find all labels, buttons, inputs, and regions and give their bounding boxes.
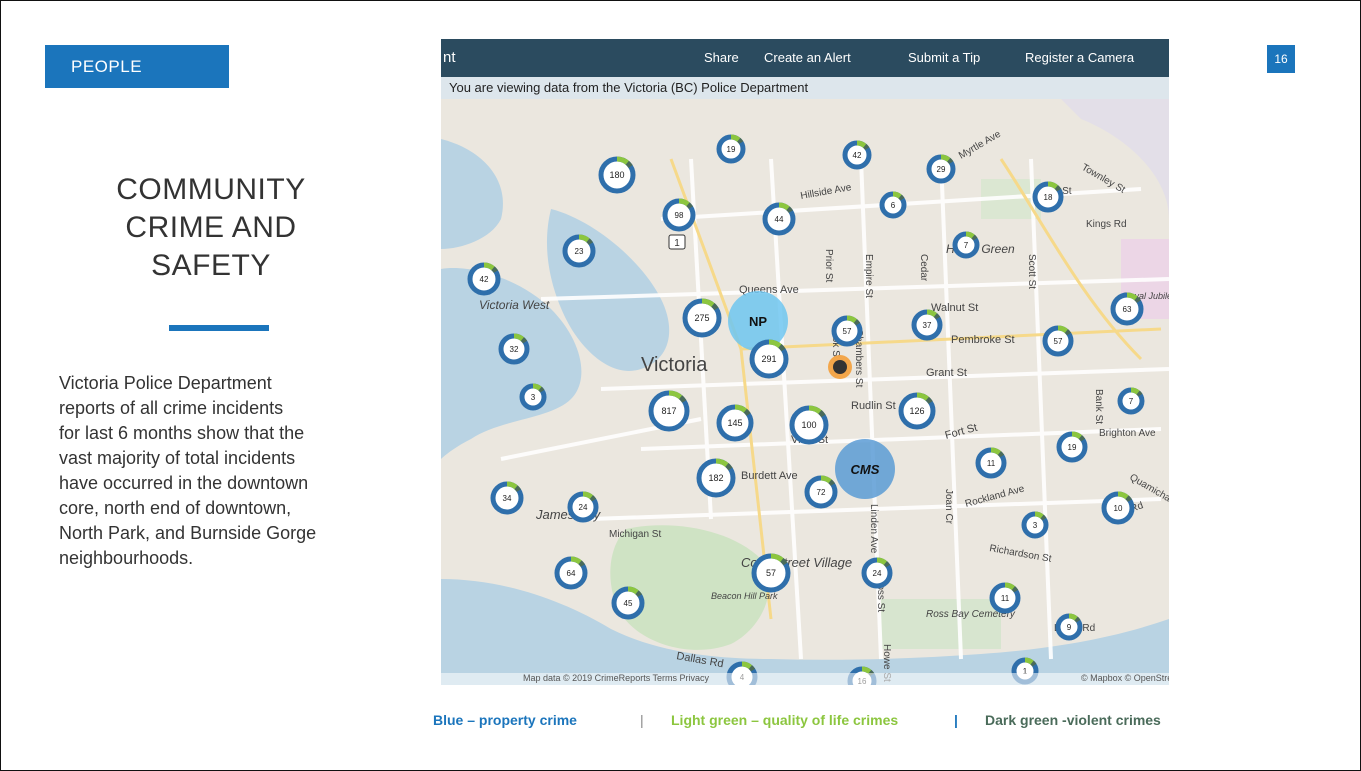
map-label: Pembroke St (951, 334, 1015, 346)
cluster-count: 32 (510, 345, 519, 354)
nav-create-alert[interactable]: Create an Alert (764, 50, 851, 65)
map-data-banner: You are viewing data from the Victoria (… (441, 77, 1169, 99)
map-label: Walnut St (931, 302, 978, 314)
map-label: Grant St (926, 367, 967, 379)
legend-violent: Dark green -violent crimes (985, 712, 1161, 728)
cluster-count: 37 (923, 321, 932, 330)
cluster-count: 3 (1033, 521, 1038, 530)
park-ross-bay (881, 599, 1001, 649)
cluster-count: 7 (1129, 397, 1134, 406)
nav-share[interactable]: Share (704, 50, 739, 65)
map-attribution[interactable]: Map data © 2019 CrimeReports Terms Priva… (523, 673, 709, 683)
cluster-count: 57 (1054, 337, 1063, 346)
map-label: Rudlin St (851, 400, 896, 412)
cluster-count: 45 (624, 599, 633, 608)
map-label: Bank St (1093, 389, 1104, 424)
map-nav-bar: nt Share Create an Alert Submit a Tip Re… (441, 39, 1169, 77)
map-canvas[interactable]: VictoriaVictoria WestJames BayCook Stree… (441, 99, 1169, 685)
section-tag: PEOPLE (45, 45, 229, 88)
body-line: reports of all crime incidents (59, 398, 284, 418)
crime-map-screenshot[interactable]: nt Share Create an Alert Submit a Tip Re… (441, 39, 1169, 685)
police-station-marker[interactable] (828, 355, 852, 379)
slide-title: COMMUNITY CRIME AND SAFETY (61, 171, 361, 285)
title-line: COMMUNITY (116, 173, 306, 206)
route-shield: 1 (668, 234, 686, 250)
cluster-count: 24 (873, 569, 882, 578)
route-shield-label: 1 (674, 238, 680, 249)
cluster-count: 275 (694, 313, 709, 323)
map-label: Brighton Ave (1099, 428, 1156, 439)
cluster-count: 11 (1001, 594, 1010, 603)
cluster-count: 6 (891, 201, 896, 210)
body-line: vast majority of total incidents (59, 448, 296, 468)
police-badge-inner (833, 360, 847, 374)
cluster-count: 182 (708, 473, 723, 483)
cluster-count: 24 (579, 503, 588, 512)
map-footer: Map data © 2019 CrimeReports Terms Priva… (441, 673, 1169, 685)
body-text: Victoria Police Department reports of al… (59, 371, 389, 571)
legend-separator: | (954, 712, 958, 728)
cluster-count: 98 (675, 211, 684, 220)
zone-label: CMS (851, 462, 880, 477)
cluster-count: 3 (531, 393, 536, 402)
title-line: CRIME AND (125, 211, 297, 244)
cluster-count: 63 (1123, 305, 1132, 314)
cluster-count: 34 (503, 494, 512, 503)
map-label: Empire St (863, 254, 874, 298)
cluster-count: 10 (1114, 504, 1123, 513)
cluster-count: 291 (761, 354, 776, 364)
legend-separator: | (640, 712, 644, 728)
cluster-count: 9 (1067, 623, 1072, 632)
map-copyright: © Mapbox © OpenStre (1081, 673, 1169, 683)
cluster-count: 817 (661, 406, 676, 416)
page-number: 16 (1267, 45, 1295, 73)
slide: PEOPLE 16 COMMUNITY CRIME AND SAFETY Vic… (0, 0, 1361, 771)
map-label: Beacon Hill Park (711, 591, 778, 601)
body-line: North Park, and Burnside Gorge (59, 523, 317, 543)
map-label: Victoria (641, 354, 708, 376)
cluster-count: 19 (727, 145, 736, 154)
legend-quality: Light green – quality of life crimes (671, 712, 899, 728)
map-label: Kings Rd (1086, 219, 1127, 230)
nav-register-camera[interactable]: Register a Camera (1025, 50, 1134, 65)
nav-submit-tip[interactable]: Submit a Tip (908, 50, 980, 65)
cluster-count: 64 (567, 569, 576, 578)
body-line: for last 6 months show that the (59, 423, 305, 443)
cluster-count: 44 (775, 215, 784, 224)
map-label: Prior St (823, 249, 834, 283)
cluster-count: 19 (1068, 443, 1077, 452)
cluster-count: 11 (987, 459, 996, 468)
cluster-count: 29 (937, 165, 946, 174)
cluster-count: 145 (727, 418, 742, 428)
map-label: Cedar (918, 254, 929, 282)
map-brand[interactable]: nt (443, 49, 456, 66)
cluster-count: 180 (609, 170, 624, 180)
body-line: neighbourhoods. (59, 548, 194, 568)
title-underline (169, 325, 269, 331)
cluster-count: 100 (801, 420, 816, 430)
cluster-count: 57 (843, 327, 852, 336)
map-label: Burdett Ave (741, 470, 798, 482)
cluster-count: 72 (817, 488, 826, 497)
title-line: SAFETY (151, 249, 271, 282)
body-line: core, north end of downtown, (59, 498, 292, 518)
cluster-count: 23 (575, 247, 584, 256)
cluster-count: 42 (853, 151, 862, 160)
map-label: Joan Cr (943, 489, 954, 525)
cluster-count: 126 (909, 406, 924, 416)
cluster-count: 18 (1044, 193, 1053, 202)
map-label: Linden Ave (868, 504, 879, 554)
legend-property: Blue – property crime (433, 712, 577, 728)
body-line: Victoria Police Department (59, 373, 272, 393)
cluster-count: 57 (766, 568, 776, 578)
body-line: have occurred in the downtown (59, 473, 309, 493)
zone-label: NP (749, 314, 767, 329)
map-label: Victoria West (479, 298, 550, 312)
cluster-count: 7 (964, 241, 969, 250)
map-label: Scott St (1026, 254, 1037, 289)
map-label: Michigan St (609, 529, 661, 540)
cluster-count: 42 (480, 275, 489, 284)
